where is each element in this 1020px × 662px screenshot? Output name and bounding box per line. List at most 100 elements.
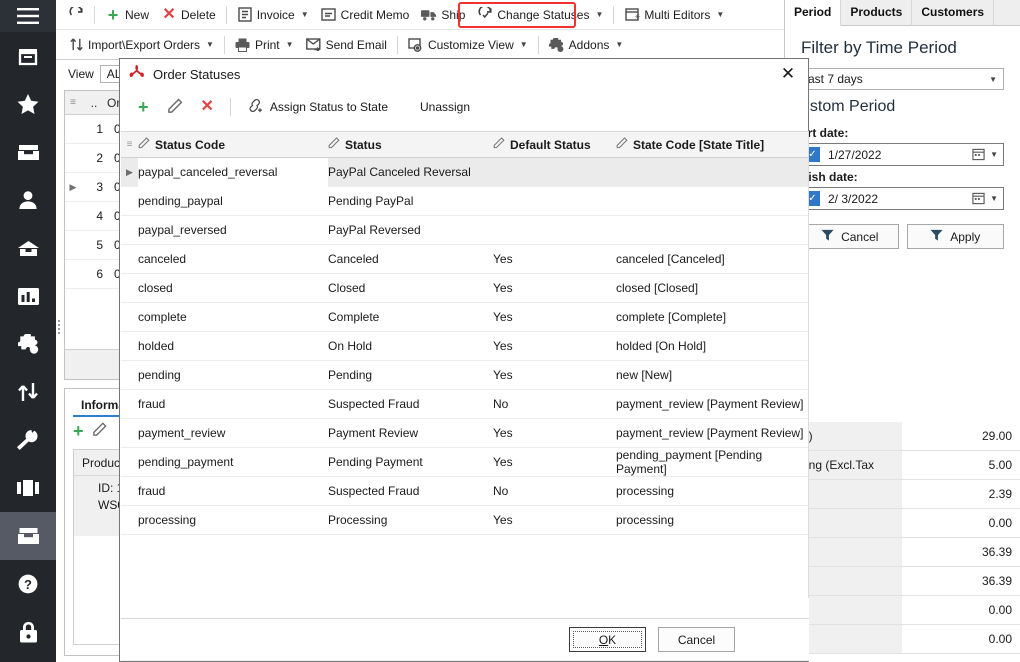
column-status[interactable]: Status	[328, 137, 493, 152]
invoice-button[interactable]: Invoice ▼	[231, 3, 315, 27]
printer-icon	[235, 37, 251, 53]
sidebar-item-panels[interactable]	[0, 464, 56, 512]
column-state-code[interactable]: State Code [State Title]	[616, 137, 809, 152]
grid-grip-icon[interactable]: ≡	[65, 97, 81, 108]
table-row[interactable]: pending_payment Pending Payment Yes pend…	[121, 448, 809, 477]
arrows-updown-icon-toolbar	[68, 37, 84, 53]
table-row[interactable]: holded On Hold Yes holded [On Hold]	[121, 332, 809, 361]
assign-status-to-state-button[interactable]: Assign Status to State	[239, 94, 396, 120]
tab-customers[interactable]: Customers	[912, 0, 995, 26]
finish-date-field[interactable]: ✓ 2/ 3/2022 ▼	[801, 187, 1004, 210]
orders-col-dots[interactable]: ..	[81, 96, 107, 110]
cancel-button[interactable]: Cancel	[658, 627, 735, 652]
table-row[interactable]: payment_review Payment Review Yes paymen…	[121, 419, 809, 448]
apply-filter-button[interactable]: Apply	[906, 224, 1004, 249]
table-row[interactable]: fraud Suspected Fraud No processing	[121, 477, 809, 506]
ship-button[interactable]: Ship	[415, 3, 471, 27]
credit-memo-button[interactable]: Credit Memo	[315, 3, 416, 27]
cell-status: Canceled	[328, 252, 379, 266]
table-row[interactable]: paypal_reversed PayPal Reversed	[121, 216, 809, 245]
table-row[interactable]: Tax) 29.00	[784, 422, 1020, 451]
calendar-icon-start[interactable]: ▼	[972, 148, 1003, 161]
start-date-label: art date:	[801, 126, 849, 140]
multi-editors-button[interactable]: ✳ Multi Editors ▼	[618, 3, 730, 27]
pencil-icon-col4	[616, 137, 628, 152]
sidebar-item-inbox[interactable]	[0, 128, 56, 176]
tab-period[interactable]: Period	[785, 0, 842, 26]
filter-actions: Cancel Apply	[801, 224, 1004, 249]
lock-icon	[19, 621, 38, 643]
period-select[interactable]: ast 7 days ▼	[801, 68, 1004, 90]
column-default-status[interactable]: Default Status	[493, 137, 616, 152]
table-row[interactable]: 36.39	[784, 538, 1020, 567]
total-value: 0.00	[902, 596, 1020, 624]
table-row[interactable]: pending_paypal Pending PayPal	[121, 187, 809, 216]
table-row[interactable]: ndling (Excl.Tax 5.00	[784, 451, 1020, 480]
period-select-value: ast 7 days	[808, 72, 863, 86]
cell-state-code: complete [Complete]	[616, 310, 727, 324]
print-button[interactable]: Print ▼	[229, 33, 300, 57]
import-export-label: Import\Export Orders	[88, 37, 201, 52]
menu-burger-button[interactable]	[0, 0, 56, 32]
column-status-code[interactable]: Status Code	[138, 137, 328, 152]
tab-products[interactable]: Products	[841, 0, 913, 26]
sidebar-item-import-export[interactable]	[0, 368, 56, 416]
row-indicator-icon: ▶	[126, 166, 133, 177]
total-value: 2.39	[902, 480, 1020, 508]
calendar-icon-finish[interactable]: ▼	[972, 192, 1003, 205]
customize-view-button[interactable]: Customize View ▼	[402, 33, 534, 57]
x-icon-dialog: ✕	[200, 98, 214, 115]
table-row[interactable]: d 0.00	[784, 596, 1020, 625]
ok-rest: K	[608, 632, 617, 647]
chevron-down-icon-5: ▼	[285, 40, 294, 49]
table-row[interactable]: canceled Canceled Yes canceled [Canceled…	[121, 245, 809, 274]
sidebar-item-reports[interactable]	[0, 272, 56, 320]
sidebar-item-help[interactable]: ?	[0, 560, 56, 608]
start-date-field[interactable]: ✓ 1/27/2022 ▼	[801, 143, 1004, 166]
table-row[interactable]: 2.39	[784, 480, 1020, 509]
sidebar-item-store[interactable]	[0, 32, 56, 80]
table-row[interactable]: 0.00	[784, 509, 1020, 538]
table-row[interactable]: complete Complete Yes complete [Complete…	[121, 303, 809, 332]
new-button[interactable]: + New	[99, 3, 155, 27]
plus-icon-info[interactable]: +	[73, 422, 84, 440]
add-status-button[interactable]: +	[130, 94, 157, 120]
table-row[interactable]: processing Processing Yes processing	[121, 506, 809, 535]
table-row[interactable]: ▶ paypal_canceled_reversal PayPal Cancel…	[121, 158, 809, 187]
sidebar-item-extensions[interactable]	[0, 320, 56, 368]
product-column-header[interactable]: Product	[82, 456, 123, 470]
unassign-button[interactable]: Unassign	[412, 94, 478, 120]
table-row[interactable]: fraud Suspected Fraud No payment_review …	[121, 390, 809, 419]
table-row[interactable]: pending Pending Yes new [New]	[121, 361, 809, 390]
table-row[interactable]: 36.39	[784, 567, 1020, 596]
ok-button[interactable]: OK	[569, 627, 646, 652]
dialog-footer: OK Cancel	[121, 618, 809, 660]
sidebar-item-gifts[interactable]	[0, 224, 56, 272]
sidebar-item-tools[interactable]	[0, 416, 56, 464]
table-row[interactable]: closed Closed Yes closed [Closed]	[121, 274, 809, 303]
change-statuses-button[interactable]: Change Statuses ▼	[471, 3, 609, 27]
sidebar-item-security[interactable]	[0, 608, 56, 656]
cancel-filter-button[interactable]: Cancel	[801, 224, 899, 249]
sidebar-item-orders[interactable]	[0, 512, 56, 560]
sidebar-item-settings[interactable]	[0, 656, 56, 662]
close-icon[interactable]: ✕	[774, 61, 802, 87]
pencil-icon-info[interactable]	[92, 422, 107, 440]
delete-status-button[interactable]: ✕	[193, 94, 222, 120]
filter-by-time-period-title: Filter by Time Period	[801, 38, 957, 57]
grid-grip-icon-dialog[interactable]: ≡	[121, 139, 138, 150]
cell-state-code: processing	[616, 484, 675, 498]
row-number: 5	[96, 238, 103, 252]
addons-button[interactable]: Addons ▼	[543, 33, 630, 57]
delete-button[interactable]: ✕ Delete	[155, 3, 222, 27]
edit-status-button[interactable]	[159, 94, 191, 120]
toolbar2-separator	[223, 35, 225, 54]
sidebar-item-favorites[interactable]	[0, 80, 56, 128]
refresh-button[interactable]	[62, 3, 90, 27]
panel-splitter[interactable]	[58, 318, 64, 334]
table-row[interactable]: 0.00	[784, 625, 1020, 654]
cell-state-code: new [New]	[616, 368, 673, 382]
import-export-orders-button[interactable]: Import\Export Orders ▼	[62, 33, 220, 57]
sidebar-item-customers[interactable]	[0, 176, 56, 224]
send-email-button[interactable]: Send Email	[300, 33, 393, 57]
